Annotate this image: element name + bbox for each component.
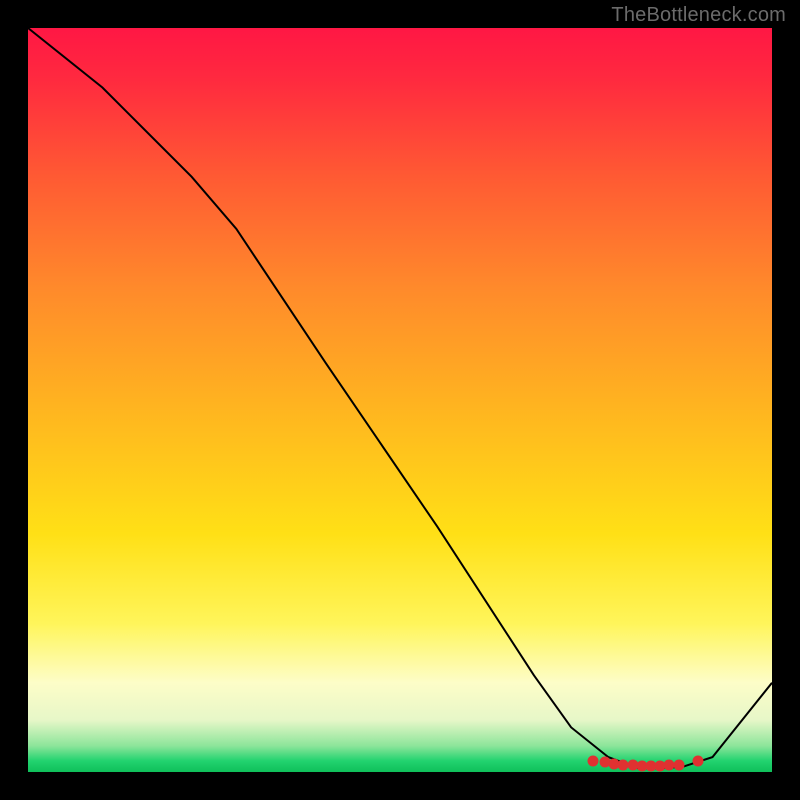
- plot-area: [28, 28, 772, 772]
- marker-dot: [692, 755, 703, 766]
- watermark-label: TheBottleneck.com: [611, 4, 786, 27]
- chart-frame: TheBottleneck.com: [0, 0, 800, 800]
- marker-dot: [588, 755, 599, 766]
- marker-cluster: [28, 28, 772, 772]
- marker-dot: [674, 759, 685, 770]
